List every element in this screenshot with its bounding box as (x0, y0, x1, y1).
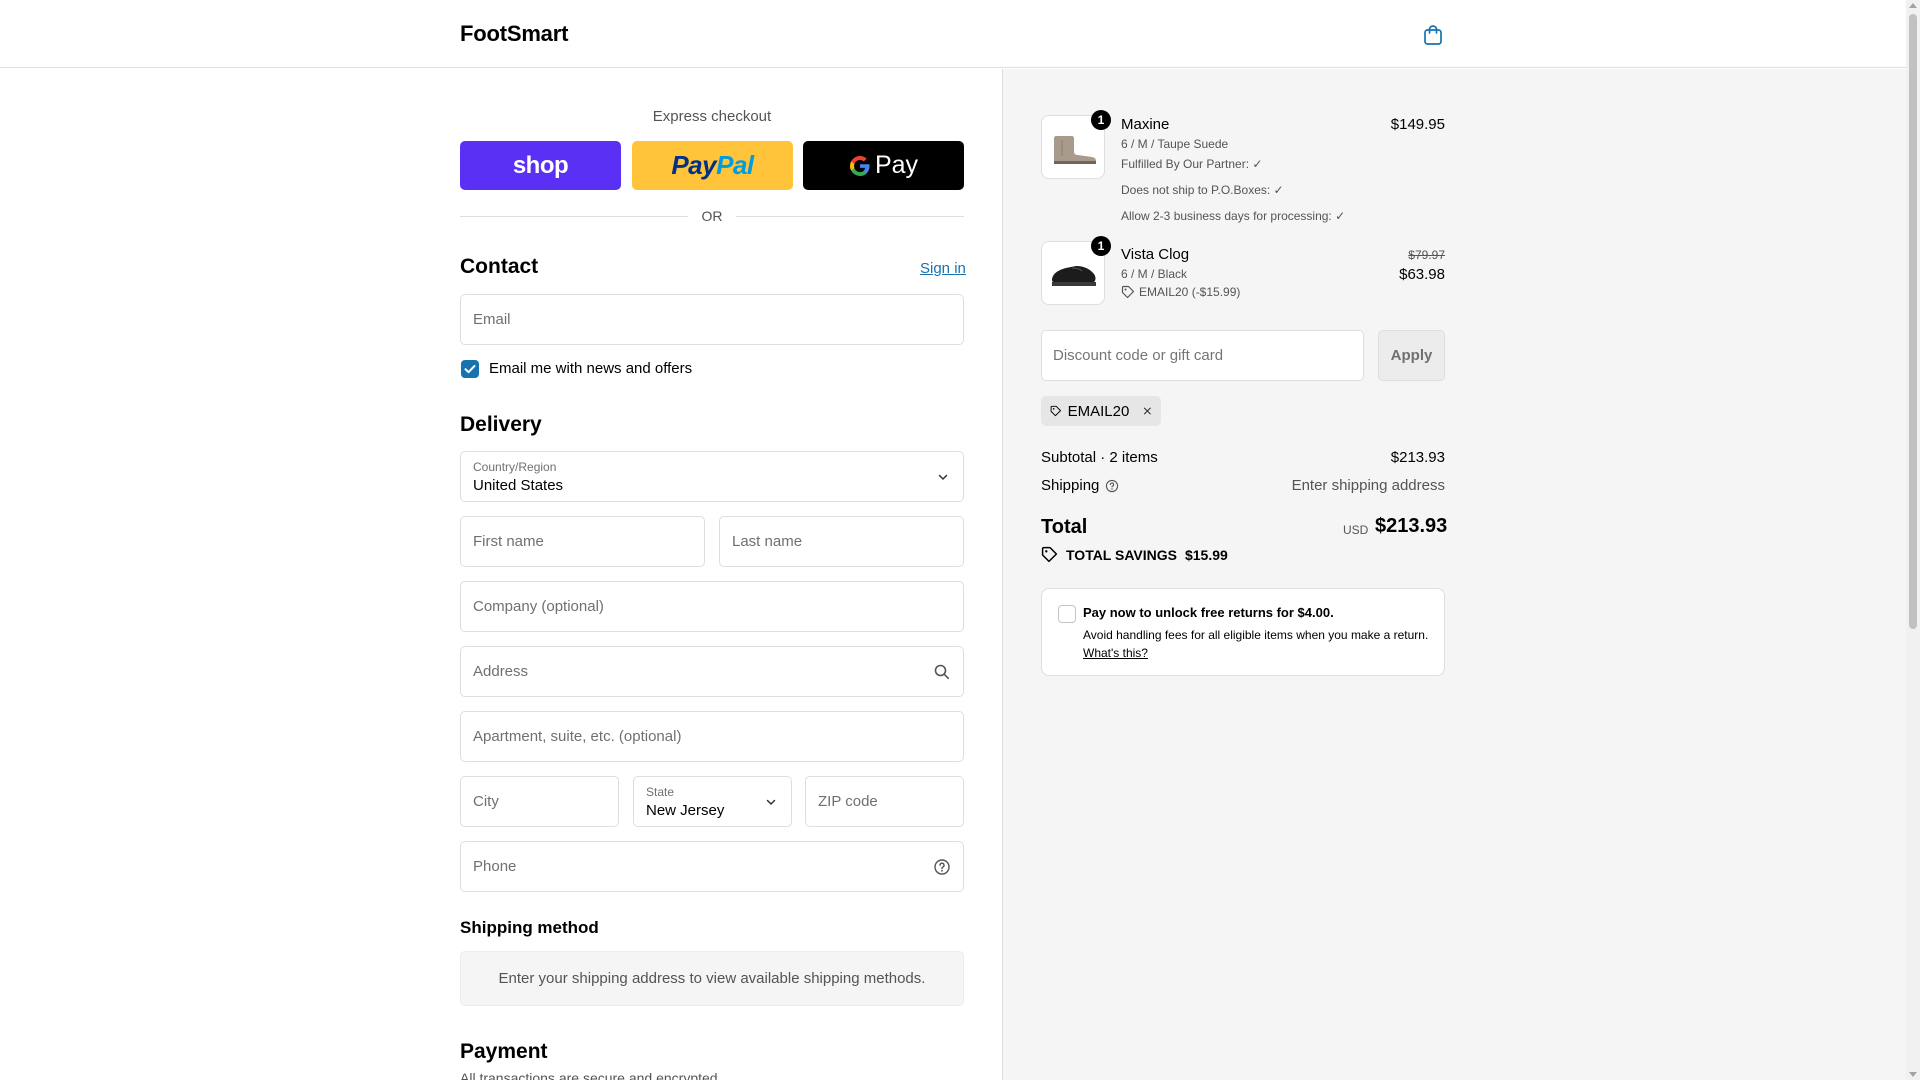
company-field[interactable] (460, 581, 964, 632)
item-variant: 6 / M / Black (1121, 267, 1188, 281)
payment-heading: Payment (460, 1040, 548, 1063)
whats-this-link[interactable]: What's this? (1083, 646, 1148, 660)
first-name-input[interactable] (461, 517, 704, 566)
free-returns-description: Avoid handling fees for all eligible ite… (1083, 628, 1429, 642)
item-original-price: $79.97 (1408, 248, 1445, 262)
country-select-label: Country/Region (473, 460, 557, 474)
google-g-icon (849, 155, 870, 176)
item-price: $63.98 (1399, 266, 1445, 283)
checkmark-icon (464, 365, 476, 374)
shipping-row-label: Shipping (1041, 477, 1119, 494)
zip-field[interactable] (805, 776, 964, 827)
subtotal-value: $213.93 (1390, 449, 1445, 466)
total-label: Total (1041, 516, 1088, 538)
state-select-value: New Jersey (646, 802, 725, 819)
city-input[interactable] (461, 777, 618, 826)
search-icon (934, 664, 950, 680)
phone-input[interactable] (461, 842, 963, 891)
apartment-field[interactable] (460, 711, 964, 762)
savings-label: TOTAL SAVINGS (1066, 546, 1177, 563)
free-returns-offer: Pay now to unlock free returns for $4.00… (1041, 588, 1445, 676)
google-pay-button[interactable]: Pay (803, 141, 964, 190)
total-savings: TOTAL SAVINGS $15.99 (1041, 546, 1228, 563)
phone-field[interactable] (460, 841, 964, 892)
total-currency: USD (1343, 523, 1369, 537)
free-returns-title: Pay now to unlock free returns for $4.00… (1083, 605, 1334, 620)
tag-icon (1041, 546, 1058, 563)
or-divider-label: OR (701, 208, 723, 224)
subtotal-label: Subtotal · 2 items (1041, 449, 1158, 466)
chevron-down-icon (938, 474, 948, 480)
shipping-method-heading: Shipping method (460, 918, 599, 937)
state-select-label: State (646, 785, 675, 799)
savings-value: $15.99 (1184, 546, 1228, 563)
total-value: $213.93 (1375, 515, 1448, 537)
email-field[interactable] (460, 294, 964, 345)
zip-input[interactable] (806, 777, 963, 826)
chevron-down-icon (766, 799, 776, 805)
discount-input[interactable] (1042, 331, 1363, 380)
company-input[interactable] (461, 582, 963, 631)
close-icon[interactable] (1143, 405, 1152, 417)
tag-icon (1121, 285, 1135, 299)
last-name-input[interactable] (720, 517, 963, 566)
scroll-down-arrow-icon[interactable] (1909, 1072, 1917, 1077)
item-quantity-badge: 1 (1091, 236, 1111, 256)
item-note: Fulfilled By Our Partner: ✓ (1121, 157, 1263, 171)
discount-field[interactable] (1041, 330, 1364, 381)
item-name: Vista Clog (1121, 246, 1190, 263)
sign-in-link[interactable]: Sign in (920, 260, 966, 277)
item-quantity-badge: 1 (1091, 110, 1111, 130)
shipping-label: Shipping (1041, 477, 1100, 494)
email-input[interactable] (461, 295, 963, 344)
apply-discount-button[interactable]: Apply (1378, 330, 1445, 381)
shop-pay-logo: shop (512, 151, 569, 179)
contact-heading: Contact (460, 255, 539, 278)
address-input[interactable] (461, 647, 963, 696)
city-field[interactable] (460, 776, 619, 827)
state-select[interactable]: State New Jersey (633, 776, 792, 827)
country-select[interactable]: Country/Region United States (460, 451, 964, 502)
item-name: Maxine (1121, 116, 1170, 133)
scrollbar-thumb[interactable] (1909, 14, 1917, 629)
divider-right (736, 216, 964, 217)
page-scrollbar[interactable] (1906, 0, 1920, 1080)
item-variant: 6 / M / Taupe Suede (1121, 137, 1229, 151)
item-note: Allow 2-3 business days for processing: … (1121, 209, 1346, 223)
divider-left (460, 216, 688, 217)
cart-button[interactable] (1418, 20, 1448, 50)
item-price: $149.95 (1390, 116, 1445, 133)
free-returns-checkbox[interactable] (1058, 605, 1076, 623)
first-name-field[interactable] (460, 516, 705, 567)
brand-logo[interactable]: FootSmart (460, 21, 568, 47)
google-pay-logo: Pay (849, 151, 918, 180)
scroll-up-arrow-icon[interactable] (1909, 3, 1917, 8)
newsletter-label[interactable]: Email me with news and offers (489, 360, 692, 377)
item-note: Does not ship to P.O.Boxes: ✓ (1121, 183, 1284, 197)
item-discount: EMAIL20 (-$15.99) (1121, 285, 1240, 299)
payment-subtitle: All transactions are secure and encrypte… (460, 1070, 722, 1080)
paypal-button[interactable]: PayPal (632, 141, 793, 190)
shipping-value: Enter shipping address (1291, 477, 1445, 494)
applied-discount-code: EMAIL20 (1067, 402, 1130, 420)
paypal-logo: PayPal (671, 150, 754, 180)
shipping-method-placeholder: Enter your shipping address to view avai… (460, 951, 964, 1006)
bag-icon (1424, 25, 1442, 45)
last-name-field[interactable] (719, 516, 964, 567)
apartment-input[interactable] (461, 712, 963, 761)
delivery-heading: Delivery (460, 413, 542, 436)
applied-discount-tag: EMAIL20 (1041, 396, 1161, 426)
header: FootSmart (0, 0, 1906, 68)
newsletter-checkbox[interactable] (461, 360, 479, 378)
address-field[interactable] (460, 646, 964, 697)
tag-icon (1050, 405, 1061, 417)
help-circle-icon[interactable] (1105, 479, 1119, 493)
country-select-value: United States (473, 477, 564, 494)
shop-pay-button[interactable]: shop (460, 141, 621, 190)
help-circle-icon[interactable] (933, 858, 951, 876)
express-checkout-title: Express checkout (652, 108, 772, 125)
